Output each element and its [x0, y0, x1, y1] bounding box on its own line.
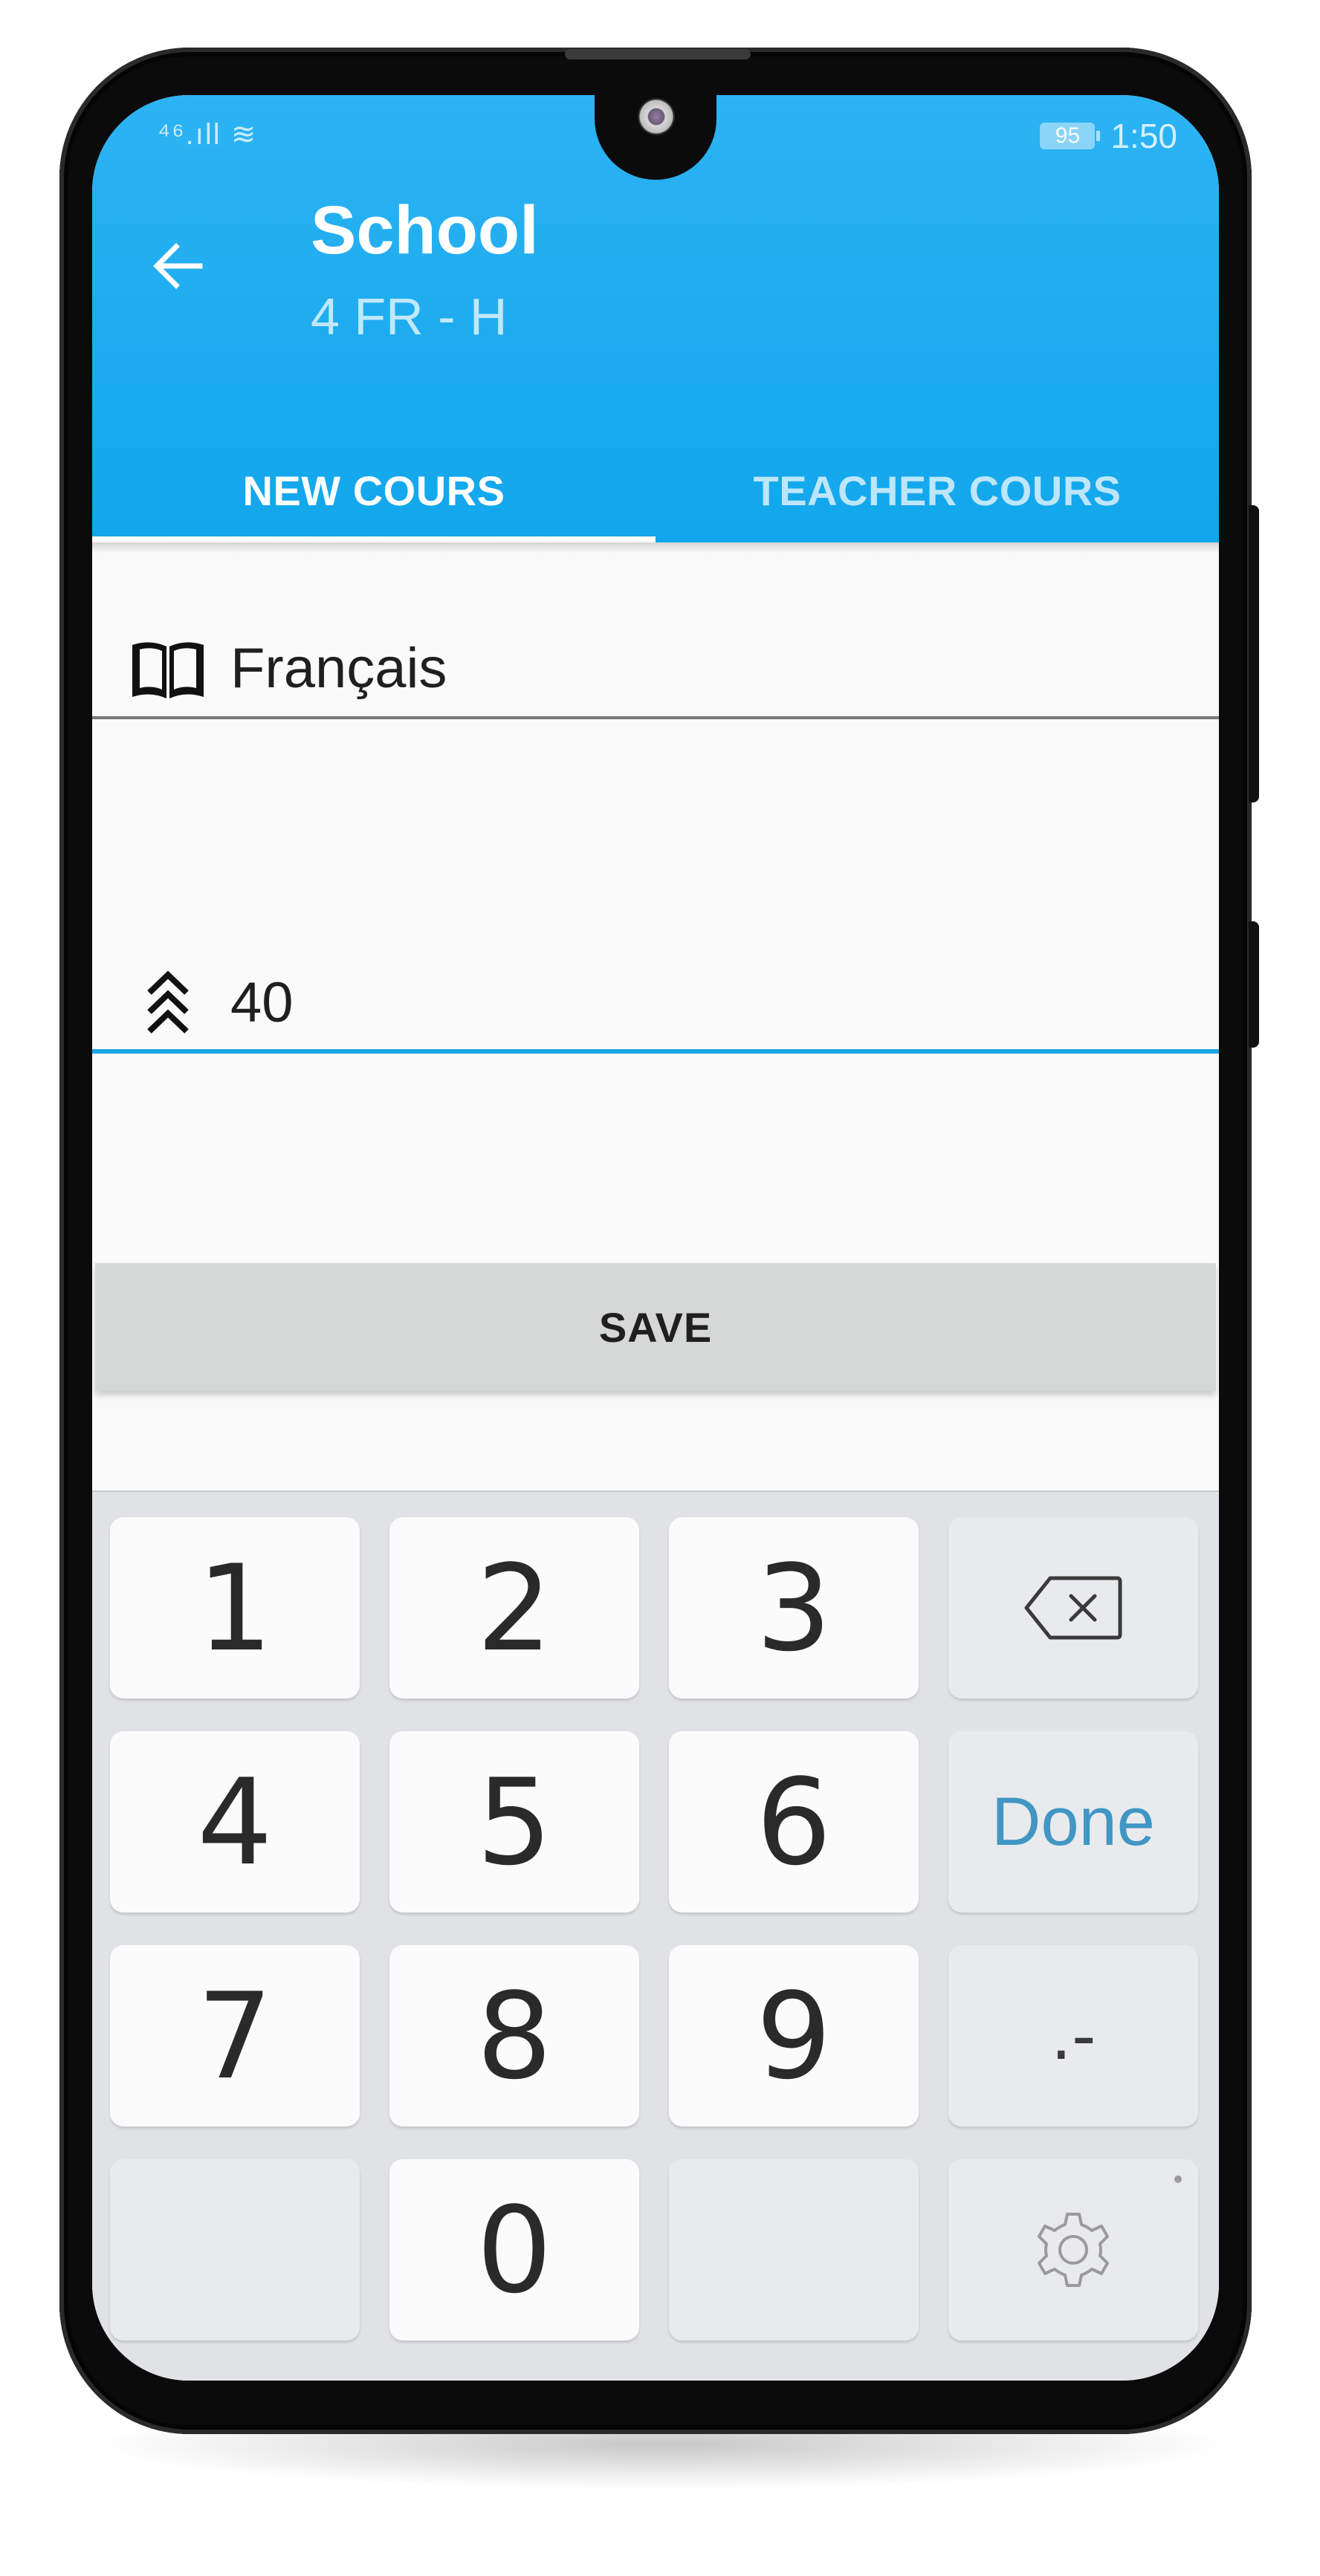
front-camera — [638, 98, 675, 135]
battery-tip — [1096, 131, 1101, 141]
key-7[interactable]: 7 — [110, 1945, 360, 2126]
key-4[interactable]: 4 — [110, 1731, 360, 1912]
status-right: 95 1:50 — [1040, 116, 1177, 156]
backspace-key[interactable] — [948, 1517, 1198, 1699]
power-button — [1249, 921, 1259, 1048]
numeric-keyboard: 1 2 3 4 5 6 Done 7 8 9 .- 0 — [92, 1490, 1219, 2381]
key-9[interactable]: 9 — [669, 1945, 919, 2126]
phone-screen: ⁴⁶.ıll ≋ 95 1:50 School 4 FR - H NEW COU… — [92, 95, 1219, 2381]
triple-chevron-up-icon — [129, 964, 207, 1042]
key-3[interactable]: 3 — [669, 1517, 919, 1699]
signal-wifi-indicators: ⁴⁶.ıll ≋ — [158, 118, 258, 151]
save-button[interactable]: SAVE — [95, 1263, 1216, 1391]
subject-value: Français — [230, 637, 447, 700]
done-key[interactable]: Done — [948, 1731, 1198, 1912]
empty-key-right — [669, 2159, 919, 2340]
key-1[interactable]: 1 — [110, 1517, 360, 1699]
tab-indicator — [92, 536, 656, 542]
tab-label: TEACHER COURS — [753, 467, 1122, 514]
tab-new-cours[interactable]: NEW COURS — [92, 467, 656, 542]
key-0[interactable]: 0 — [389, 2159, 639, 2340]
volume-button — [1249, 505, 1259, 802]
hours-input[interactable]: 40 — [92, 935, 1219, 1054]
app-bar-shadow — [92, 542, 1219, 553]
speaker-grille — [565, 49, 751, 59]
book-icon — [129, 630, 207, 707]
device-mockup: ⁴⁶.ıll ≋ 95 1:50 School 4 FR - H NEW COU… — [0, 0, 1320, 2576]
key-6[interactable]: 6 — [669, 1731, 919, 1912]
back-button[interactable] — [137, 225, 219, 307]
dot-dash-key[interactable]: .- — [948, 1945, 1198, 2126]
tab-teacher-cours[interactable]: TEACHER COURS — [656, 467, 1219, 542]
key-8[interactable]: 8 — [389, 1945, 639, 2126]
backspace-icon — [1024, 1576, 1122, 1640]
clock: 1:50 — [1110, 117, 1177, 155]
empty-key-left — [110, 2159, 360, 2340]
key-5[interactable]: 5 — [389, 1731, 639, 1912]
gear-icon — [1038, 2213, 1109, 2287]
settings-dot — [1174, 2176, 1182, 2183]
arrow-left-icon — [153, 243, 203, 289]
hours-value: 40 — [230, 971, 294, 1034]
tab-label: NEW COURS — [242, 467, 505, 514]
subject-field[interactable]: Français — [92, 600, 1219, 719]
settings-key[interactable] — [948, 2159, 1198, 2340]
page-title: School — [311, 192, 539, 268]
page-subtitle: 4 FR - H — [311, 288, 508, 345]
battery-indicator: 95 — [1040, 123, 1096, 149]
key-2[interactable]: 2 — [389, 1517, 639, 1699]
